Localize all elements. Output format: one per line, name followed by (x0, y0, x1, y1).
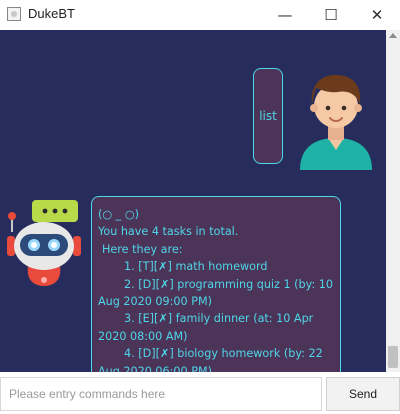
user-message-text: list (259, 109, 277, 123)
task-item-2-cont: Aug 2020 09:00 PM) (98, 295, 212, 309)
app-icon (7, 7, 21, 21)
chat-scrollbar[interactable] (386, 30, 400, 372)
window-title: DukeBT (28, 6, 75, 21)
task-item-2: 2. [D][✗] programming quiz 1 (by: 10 (124, 277, 333, 291)
bot-line-header: Here they are: (102, 242, 183, 256)
bot-message-bubble: (○ _ ○) You have 4 tasks in total. Here … (91, 196, 341, 388)
command-input[interactable] (0, 377, 322, 411)
chat-area[interactable]: list (○ _ ○) You have 4 tasks in total. … (0, 30, 386, 388)
task-item-1: 1. [T][✗] math homeword (124, 260, 268, 274)
scroll-up-arrow-icon[interactable] (389, 33, 397, 38)
user-message-bubble: list (253, 68, 283, 164)
bot-line-face: (○ _ ○) (98, 208, 139, 221)
task-item-3-cont: 2020 08:00 AM) (98, 329, 188, 343)
send-button[interactable]: Send (326, 377, 400, 411)
input-bar: Send (0, 372, 400, 414)
task-item-4: 4. [D][✗] biology homework (by: 22 (124, 347, 323, 361)
task-item-3: 3. [E][✗] family dinner (at: 10 Apr (124, 312, 314, 326)
robot-avatar-icon (4, 196, 84, 292)
bot-line-summary: You have 4 tasks in total. (98, 225, 239, 239)
user-avatar-icon (294, 66, 378, 174)
title-bar: DukeBT — ☐ ✕ (0, 0, 400, 31)
maximize-button[interactable]: ☐ (308, 0, 354, 30)
scroll-thumb[interactable] (388, 346, 398, 368)
close-button[interactable]: ✕ (354, 0, 400, 30)
minimize-button[interactable]: — (262, 0, 308, 30)
